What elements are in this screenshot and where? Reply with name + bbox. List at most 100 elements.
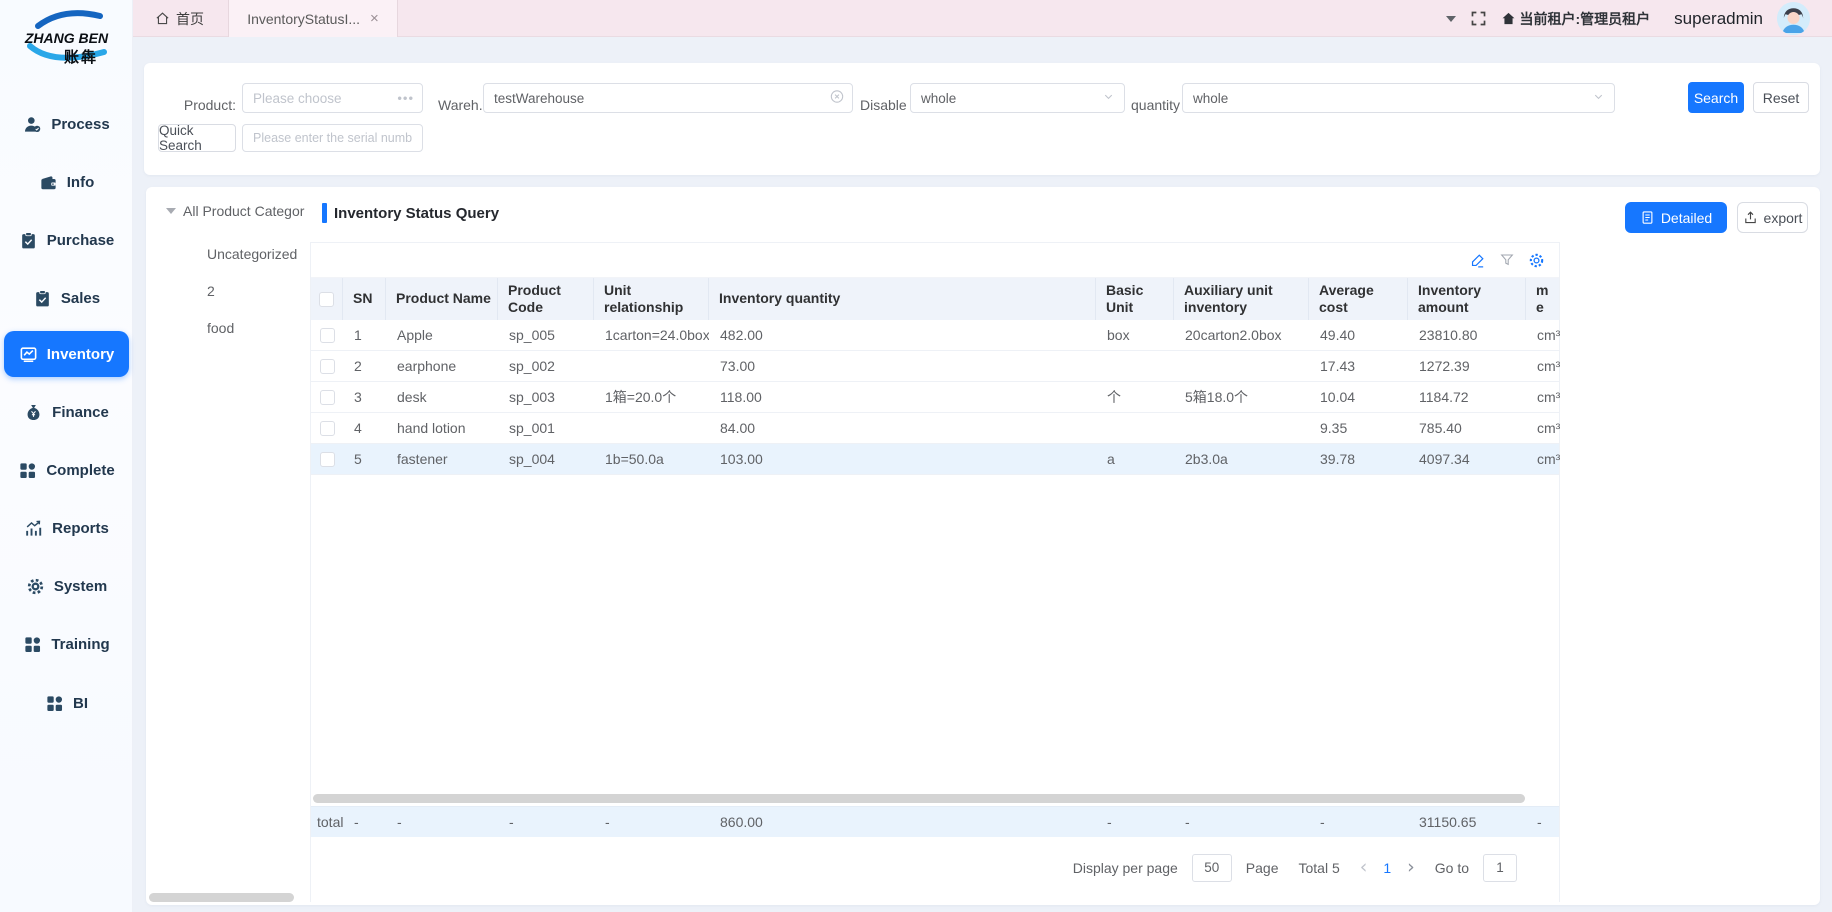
column-header-sn[interactable]: SN — [343, 278, 386, 320]
column-header-basic-unit[interactable]: Basic Unit — [1096, 278, 1174, 320]
search-button[interactable]: Search — [1688, 82, 1744, 113]
sidebar-item-bi[interactable]: BI — [4, 680, 129, 726]
table-horizontal-scrollbar[interactable] — [313, 794, 1525, 803]
sidebar-item-sales[interactable]: Sales — [4, 275, 129, 321]
sidebar-item-system[interactable]: System — [4, 563, 129, 609]
column-header-auxiliary-unit-inventory[interactable]: Auxiliary unit inventory — [1174, 278, 1309, 320]
row-checkbox[interactable] — [320, 390, 335, 405]
chevron-down-icon[interactable] — [1446, 16, 1456, 22]
column-header-product-name[interactable]: Product Name — [386, 278, 498, 320]
warehouse-input[interactable] — [494, 91, 826, 106]
ellipsis-icon: ••• — [397, 91, 414, 106]
current-page[interactable]: 1 — [1381, 860, 1393, 876]
page-title: Inventory Status Query — [322, 203, 499, 223]
tree-root-all-categories[interactable]: All Product Categor — [166, 203, 304, 219]
fullscreen-icon[interactable] — [1470, 10, 1487, 27]
quantity-select[interactable]: whole — [1182, 83, 1615, 113]
sidebar-item-inventory[interactable]: Inventory — [4, 331, 129, 377]
cell-average-cost: 9.35 — [1309, 413, 1408, 443]
disable-select[interactable]: whole — [910, 83, 1125, 113]
edit-icon[interactable] — [1469, 252, 1486, 269]
clear-icon[interactable] — [830, 90, 844, 107]
tree-item-food[interactable]: food — [207, 320, 234, 336]
sidebar-item-purchase[interactable]: Purchase — [4, 217, 129, 263]
tree-item-2[interactable]: 2 — [207, 283, 215, 299]
reset-button[interactable]: Reset — [1753, 82, 1809, 113]
warehouse-select[interactable] — [483, 83, 853, 113]
next-page-button[interactable]: › — [1407, 858, 1415, 877]
column-header-inventory-amount[interactable]: Inventory amount — [1408, 278, 1526, 320]
serial-input[interactable] — [253, 131, 412, 145]
quick-search-button[interactable]: Quick Search — [158, 124, 236, 152]
moneybag-icon — [24, 403, 43, 422]
sidebar-item-reports[interactable]: Reports — [4, 505, 129, 551]
cell-sn: 2 — [343, 351, 386, 381]
cell-average-cost: 39.78 — [1309, 444, 1408, 474]
cell-average-cost: 49.40 — [1309, 320, 1408, 350]
avatar[interactable] — [1777, 2, 1810, 35]
prev-page-button[interactable]: ‹ — [1360, 858, 1368, 877]
export-button[interactable]: export — [1737, 202, 1808, 233]
cell-sn: 3 — [343, 382, 386, 412]
table-row[interactable]: 2 earphone sp_002 73.00 17.43 1272.39 cm… — [311, 351, 1559, 382]
tenant-info[interactable]: 当前租户:管理员租户 — [1501, 9, 1651, 29]
quantity-select-value: whole — [1193, 91, 1228, 106]
table-row-highlighted[interactable]: 5 fastener sp_004 1b=50.0a 103.00 a 2b3.… — [311, 444, 1559, 475]
cell-product-name: Apple — [386, 320, 498, 350]
sidebar-item-label: BI — [73, 695, 88, 712]
table-header: SN Product Name Product Code Unit relati… — [311, 278, 1559, 320]
table-row[interactable]: 1 Apple sp_005 1carton=24.0box 482.00 bo… — [311, 320, 1559, 351]
product-input[interactable] — [253, 91, 396, 106]
total-auxiliary-unit: - — [1174, 807, 1309, 837]
sidebar-item-info[interactable]: Info — [4, 159, 129, 205]
cell-sn: 1 — [343, 320, 386, 350]
product-select[interactable]: ••• — [242, 83, 423, 113]
total-count-label: Total 5 — [1298, 860, 1339, 876]
settings-icon[interactable] — [1528, 252, 1545, 269]
sidebar-item-process[interactable]: Process — [4, 101, 129, 147]
cell-volume-unit: cm³ — [1526, 382, 1561, 412]
sidebar-item-training[interactable]: Training — [4, 621, 129, 667]
detailed-button[interactable]: Detailed — [1625, 202, 1727, 233]
brand-name-cn: 账犇 — [36, 46, 126, 67]
pagination: Display per page Page Total 5 ‹ 1 › Go t… — [311, 847, 1559, 888]
page-size-input[interactable] — [1192, 854, 1232, 882]
column-header-product-code[interactable]: Product Code — [498, 278, 594, 320]
home-label: 首页 — [176, 9, 204, 29]
product-label: Product: — [176, 90, 236, 120]
column-header-average-cost[interactable]: Average cost — [1309, 278, 1408, 320]
home-nav[interactable]: 首页 — [155, 0, 204, 37]
cell-product-code: sp_004 — [498, 444, 594, 474]
tree-caret-icon[interactable] — [166, 208, 176, 214]
table-row[interactable]: 4 hand lotion sp_001 84.00 9.35 785.40 c… — [311, 413, 1559, 444]
tab-close-icon[interactable]: × — [370, 11, 379, 26]
cell-volume-unit: cm³ — [1526, 351, 1561, 381]
sidebar-item-finance[interactable]: Finance — [4, 389, 129, 435]
row-checkbox[interactable] — [320, 328, 335, 343]
row-checkbox[interactable] — [320, 421, 335, 436]
sidebar-item-complete[interactable]: Complete — [4, 447, 129, 493]
tree-horizontal-scrollbar[interactable] — [149, 893, 294, 902]
select-all-checkbox[interactable] — [319, 292, 334, 307]
column-header-inventory-quantity[interactable]: Inventory quantity — [709, 278, 1096, 320]
row-checkbox[interactable] — [320, 359, 335, 374]
goto-page-input[interactable] — [1483, 854, 1517, 882]
tab-inventory-status[interactable]: InventoryStatusI... × — [228, 0, 398, 37]
column-header-volume-unit[interactable]: volume unit — [1526, 278, 1561, 320]
sidebar-item-label: Finance — [52, 404, 109, 421]
sidebar-item-label: Inventory — [47, 346, 115, 363]
sidebar-item-label: Purchase — [47, 232, 115, 249]
tree-item-uncategorized[interactable]: Uncategorized — [207, 246, 297, 262]
cell-basic-unit: a — [1096, 444, 1174, 474]
title-accent-bar — [322, 203, 327, 223]
cell-inventory-amount: 1184.72 — [1408, 382, 1526, 412]
row-checkbox[interactable] — [320, 452, 335, 467]
filter-icon[interactable] — [1499, 252, 1515, 268]
column-header-unit-relationship[interactable]: Unit relationship — [594, 278, 709, 320]
disable-select-value: whole — [921, 91, 956, 106]
table-row[interactable]: 3 desk sp_003 1箱=20.0个 118.00 个 5箱18.0个 … — [311, 382, 1559, 413]
brand-logo: ZHANG BEN 账犇 — [0, 6, 133, 70]
cell-sn: 5 — [343, 444, 386, 474]
username[interactable]: superadmin — [1674, 9, 1763, 29]
serial-field[interactable] — [242, 124, 423, 152]
